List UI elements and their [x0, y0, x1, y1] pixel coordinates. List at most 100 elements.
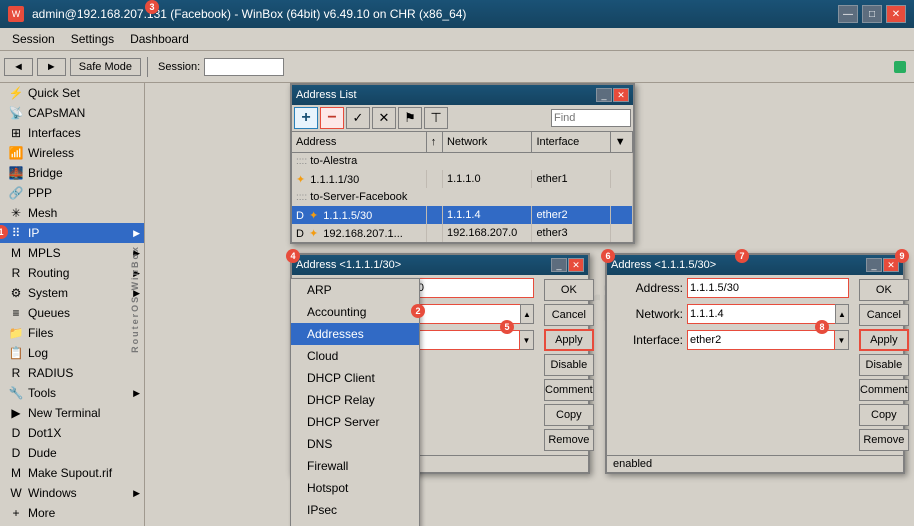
sidebar-item-log[interactable]: 📋 Log	[0, 343, 144, 363]
remove-address-button[interactable]: −	[320, 107, 344, 129]
session-input[interactable]	[204, 58, 284, 76]
col-sort-icon[interactable]: ↑	[426, 132, 442, 152]
comment-button-2[interactable]: Comment	[859, 379, 909, 401]
addr-dialog-1-minimize[interactable]: _	[551, 258, 567, 272]
address-list-close[interactable]: ✕	[613, 88, 629, 102]
sidebar-item-quick-set[interactable]: ⚡ Quick Set	[0, 83, 144, 103]
windows-icon: W	[8, 486, 24, 500]
cancel-button-2[interactable]: Cancel	[859, 304, 909, 326]
submenu-arp[interactable]: ARP	[291, 279, 419, 301]
sidebar-item-queues[interactable]: ≡ Queues	[0, 303, 144, 323]
address-row-2: Address:	[607, 275, 855, 301]
addr-dialog-2-status: enabled	[607, 455, 903, 472]
submenu-firewall[interactable]: Firewall	[291, 455, 419, 477]
sidebar-item-tools[interactable]: 🔧 Tools ▶	[0, 383, 144, 403]
sidebar-item-radius[interactable]: R RADIUS	[0, 363, 144, 383]
submenu-kid-control[interactable]: Kid Control	[291, 521, 419, 526]
copy-button-1[interactable]: Copy	[544, 404, 594, 426]
minimize-button[interactable]: —	[838, 5, 858, 23]
sidebar-item-bridge[interactable]: 🌉 Bridge	[0, 163, 144, 183]
close-button[interactable]: ✕	[886, 5, 906, 23]
menu-session[interactable]: Session	[4, 30, 63, 48]
submenu-dhcp-relay[interactable]: DHCP Relay	[291, 389, 419, 411]
col-dropdown[interactable]: ▼	[610, 132, 632, 152]
submenu-dns[interactable]: DNS	[291, 433, 419, 455]
sidebar-item-make-supout[interactable]: M Make Supout.rif	[0, 463, 144, 483]
col-network[interactable]: Network	[442, 132, 531, 152]
network-input-2[interactable]	[687, 304, 835, 324]
interface-dropdown-btn-2[interactable]: ▼	[835, 330, 849, 350]
copy-button-2[interactable]: Copy	[859, 404, 909, 426]
table-row[interactable]: ✦ 1.1.1.1/30 1.1.1.0 ether1	[292, 170, 633, 188]
forward-button[interactable]: ►	[37, 58, 66, 76]
submenu-dhcp-server[interactable]: DHCP Server	[291, 411, 419, 433]
network-label-2: Network:	[613, 307, 683, 321]
sidebar-item-routing[interactable]: R Routing ▶	[0, 263, 144, 283]
menu-dashboard[interactable]: Dashboard	[122, 30, 197, 48]
sidebar-item-system[interactable]: ⚙ System ▶	[0, 283, 144, 303]
submenu-hotspot[interactable]: Hotspot	[291, 477, 419, 499]
addr-dialog-1-title-bar[interactable]: Address <1.1.1.1/30> _ ✕	[292, 255, 588, 275]
table-row[interactable]: :::: to-Server-Facebook	[292, 188, 633, 206]
disable-button-1[interactable]: Disable	[544, 354, 594, 376]
cross-button[interactable]: ✕	[372, 107, 396, 129]
filter-button[interactable]: ⊤	[424, 107, 448, 129]
ok-button-2[interactable]: OK	[859, 279, 909, 301]
cancel-button-1[interactable]: Cancel	[544, 304, 594, 326]
addr-dialog-1-close[interactable]: ✕	[568, 258, 584, 272]
address-input-2[interactable]	[687, 278, 849, 298]
maximize-button[interactable]: □	[862, 5, 882, 23]
files-icon: 📁	[8, 326, 24, 340]
find-input[interactable]	[551, 109, 631, 127]
safe-mode-button[interactable]: Safe Mode	[70, 58, 141, 76]
addr-dialog-1-controls: _ ✕	[551, 258, 584, 272]
addr-dialog-2-minimize[interactable]: _	[866, 258, 882, 272]
submenu-accounting[interactable]: Accounting 2	[291, 301, 419, 323]
submenu-cloud[interactable]: Cloud	[291, 345, 419, 367]
addr-dialog-2-title-bar[interactable]: Address <1.1.1.5/30> _ ✕	[607, 255, 903, 275]
ip-icon: ⠿	[8, 226, 24, 240]
table-row[interactable]: D ✦ 1.1.1.5/30 1.1.1.4 ether2	[292, 206, 633, 224]
sidebar-item-interfaces[interactable]: ⊞ Interfaces	[0, 123, 144, 143]
submenu-dhcp-client[interactable]: DHCP Client	[291, 367, 419, 389]
sidebar-item-ppp[interactable]: 🔗 PPP	[0, 183, 144, 203]
sidebar-item-mpls[interactable]: M MPLS ▶	[0, 243, 144, 263]
remove-button-1[interactable]: Remove	[544, 429, 594, 451]
disable-button-2[interactable]: Disable	[859, 354, 909, 376]
sidebar-item-new-terminal[interactable]: ▶ New Terminal	[0, 403, 144, 423]
tools-arrow: ▶	[133, 388, 140, 399]
col-address[interactable]: Address	[292, 132, 426, 152]
submenu-ipsec[interactable]: IPsec	[291, 499, 419, 521]
sidebar-item-mesh[interactable]: ✳ Mesh	[0, 203, 144, 223]
sidebar-item-wireless[interactable]: 📶 Wireless	[0, 143, 144, 163]
flag-button[interactable]: ⚑	[398, 107, 422, 129]
col-interface[interactable]: Interface	[532, 132, 610, 152]
addr-icon: ✦	[296, 174, 305, 186]
back-button[interactable]: ◄	[4, 58, 33, 76]
interface-dropdown-btn[interactable]: ▼	[520, 330, 534, 350]
comment-button-1[interactable]: Comment	[544, 379, 594, 401]
sidebar-item-windows[interactable]: W Windows ▶	[0, 483, 144, 503]
sidebar-item-dude[interactable]: D Dude	[0, 443, 144, 463]
address-list-title-bar[interactable]: Address List _ ✕	[292, 85, 633, 105]
sidebar-item-capsman[interactable]: 📡 CAPsMAN	[0, 103, 144, 123]
table-row[interactable]: :::: to-Alestra	[292, 152, 633, 170]
sidebar-item-files[interactable]: 📁 Files	[0, 323, 144, 343]
badge-9-indicator: 9	[895, 249, 909, 263]
sidebar-item-dot1x[interactable]: D Dot1X	[0, 423, 144, 443]
submenu-addresses[interactable]: Addresses	[291, 323, 419, 345]
remove-button-2[interactable]: Remove	[859, 429, 909, 451]
menu-settings[interactable]: Settings	[63, 30, 122, 48]
address-list-minimize[interactable]: _	[596, 88, 612, 102]
ok-button-1[interactable]: OK	[544, 279, 594, 301]
sidebar-item-more[interactable]: + More	[0, 503, 144, 523]
network-spin-up-2[interactable]: ▲	[835, 304, 849, 324]
add-address-button[interactable]: +	[294, 107, 318, 129]
apply-button-1[interactable]: Apply	[544, 329, 594, 351]
apply-button-2[interactable]: Apply	[859, 329, 909, 351]
network-spin-up[interactable]: ▲	[520, 304, 534, 324]
check-button[interactable]: ✓	[346, 107, 370, 129]
interface-input-2[interactable]	[687, 330, 835, 350]
table-row[interactable]: D ✦ 192.168.207.1... 192.168.207.0 ether…	[292, 224, 633, 242]
sidebar-item-ip[interactable]: ⠿ IP ▶ 1	[0, 223, 144, 243]
